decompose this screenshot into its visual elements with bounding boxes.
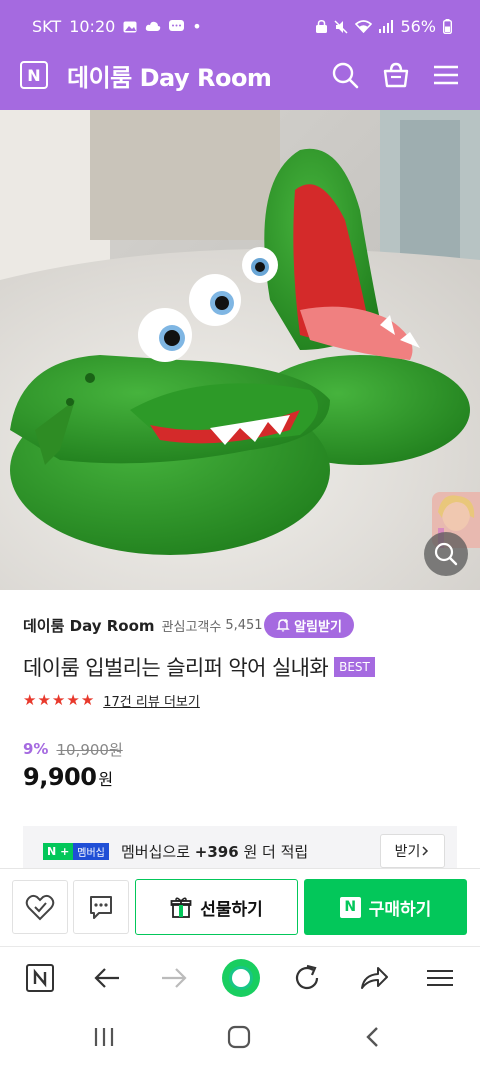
- store-name-link[interactable]: 데이룸 Day Room: [23, 615, 155, 636]
- gift-icon: [170, 897, 192, 918]
- mute-icon: [334, 19, 348, 34]
- carrier-label: SKT: [32, 17, 62, 36]
- share-icon[interactable]: [358, 962, 390, 994]
- recent-apps-icon[interactable]: [90, 1025, 118, 1049]
- chat-icon: [90, 896, 112, 919]
- badge-plus: +: [60, 845, 70, 858]
- time-label: 10:20: [69, 17, 116, 36]
- crocodile-slippers-photo: [0, 110, 480, 590]
- system-navigation-bar: [0, 1008, 480, 1067]
- alarm-label: 알림받기: [294, 619, 342, 635]
- product-image[interactable]: [0, 110, 480, 590]
- naver-pay-icon: N: [339, 896, 361, 918]
- green-dot-icon[interactable]: [221, 958, 261, 998]
- lock-icon: [316, 20, 328, 33]
- sale-price: 9,900: [23, 763, 97, 791]
- back-icon[interactable]: [360, 1025, 388, 1049]
- naver-home-icon[interactable]: [24, 962, 56, 994]
- best-badge: BEST: [334, 657, 375, 677]
- membership-points: +396: [194, 843, 239, 861]
- bell-plus-icon: [276, 619, 290, 632]
- refresh-icon[interactable]: [291, 962, 323, 994]
- receive-points-button[interactable]: 받기: [380, 834, 445, 868]
- home-icon[interactable]: [225, 1025, 253, 1049]
- price-row: 9,900 원: [23, 763, 113, 795]
- gallery-icon: [123, 21, 137, 32]
- cart-icon[interactable]: [381, 60, 411, 90]
- wifi-icon: [355, 20, 373, 33]
- star-icon: ★: [80, 691, 95, 709]
- membership-text: 멤버십으로 +396 원 더 적립: [121, 841, 308, 862]
- rating-row: ★ ★ ★ ★ ★ 17건 리뷰 더보기: [23, 690, 200, 710]
- talk-button[interactable]: [73, 880, 129, 934]
- store-header: N 데이룸 Day Room: [0, 40, 480, 110]
- discount-row: 9% 10,900원: [23, 738, 123, 760]
- badge-n: N: [47, 845, 57, 858]
- search-icon[interactable]: [330, 60, 360, 90]
- back-arrow-icon[interactable]: [91, 962, 123, 994]
- battery-icon: [443, 19, 452, 34]
- signal-icon: [379, 20, 394, 33]
- review-link[interactable]: 17건 리뷰 더보기: [103, 691, 200, 710]
- store-title[interactable]: 데이룸 Day Room: [67, 58, 272, 93]
- message-icon: [169, 20, 185, 31]
- notification-dot: •: [192, 17, 202, 36]
- purchase-bar: 선물하기 N 구매하기: [0, 868, 480, 946]
- membership-text-prefix: 멤버십으로: [121, 843, 195, 861]
- product-title: 데이룸 입벌리는 슬리퍼 악어 실내화: [23, 656, 329, 680]
- product-title-row: 데이룸 입벌리는 슬리퍼 악어 실내화 BEST: [23, 652, 375, 682]
- cloud-icon: [146, 21, 161, 31]
- store-info-row: 데이룸 Day Room 관심고객수 5,451: [23, 612, 263, 638]
- fans-count: 5,451: [225, 617, 263, 633]
- menu-icon[interactable]: [431, 60, 461, 90]
- battery-label: 56%: [400, 17, 436, 36]
- store-logo-button[interactable]: N: [20, 61, 48, 89]
- original-price: 10,900원: [56, 740, 123, 759]
- buy-button[interactable]: N 구매하기: [304, 879, 467, 935]
- buy-label: 구매하기: [368, 899, 432, 920]
- naver-plus-badge: N +: [43, 843, 74, 860]
- heart-check-icon: [25, 894, 55, 921]
- membership-text-suffix: 원 더 적립: [238, 843, 309, 861]
- discount-rate: 9%: [23, 740, 49, 758]
- zoom-button[interactable]: [424, 532, 468, 576]
- browser-menu-icon[interactable]: [424, 962, 456, 994]
- chevron-right-icon: [422, 846, 429, 856]
- browser-toolbar: [0, 946, 480, 1008]
- star-icon: ★: [23, 691, 37, 709]
- zoom-icon: [434, 542, 458, 566]
- membership-badge-label: 멤버십: [73, 843, 109, 860]
- alarm-subscribe-button[interactable]: 알림받기: [264, 612, 354, 638]
- star-icon: ★: [51, 691, 66, 709]
- gift-label: 선물하기: [200, 899, 263, 920]
- star-icon: ★: [66, 691, 80, 709]
- receive-label: 받기: [394, 844, 421, 860]
- star-icon: ★: [37, 691, 51, 709]
- logo-letter: N: [27, 65, 41, 85]
- gift-button[interactable]: 선물하기: [135, 879, 298, 935]
- wishlist-button[interactable]: [12, 880, 68, 934]
- fans-label: 관심고객수: [161, 619, 222, 635]
- forward-arrow-icon[interactable]: [158, 962, 190, 994]
- price-unit: 원: [98, 770, 114, 789]
- membership-badge: N + 멤버십: [43, 843, 109, 860]
- status-bar: SKT 10:20 • 56%: [0, 0, 480, 40]
